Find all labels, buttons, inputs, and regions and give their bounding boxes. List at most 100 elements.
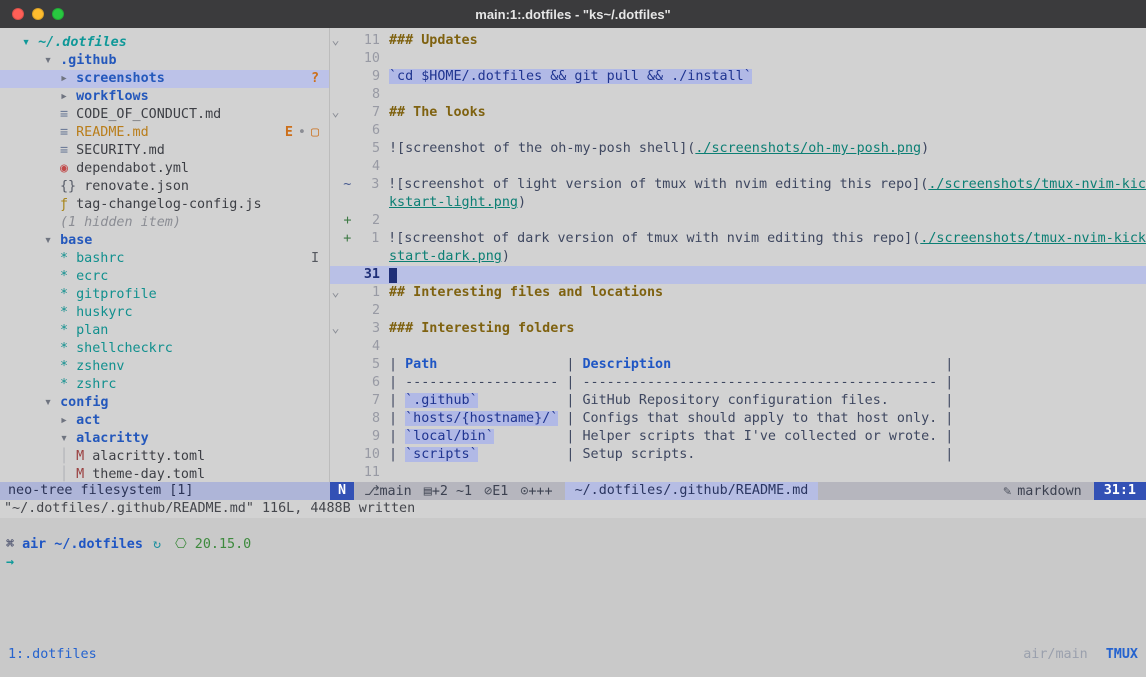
tree-item-bashrc[interactable]: * bashrcI: [0, 250, 329, 268]
tree-item-zshrc[interactable]: * zshrc: [0, 376, 329, 394]
markdown-text: | Helper scripts that I've collected or …: [494, 429, 954, 444]
tree-item-dotfiles[interactable]: ▾ ~/.dotfiles: [0, 34, 329, 52]
editor-line[interactable]: 11: [330, 464, 1146, 482]
tree-item-screenshots[interactable]: ▸ screenshots?: [0, 70, 329, 88]
tree-item-base[interactable]: ▾ base: [0, 232, 329, 250]
neotree-winbar: neo-tree filesystem [1]: [0, 482, 330, 500]
editor-line[interactable]: 31: [330, 266, 1146, 284]
tree-item-ecrc[interactable]: * ecrc: [0, 268, 329, 286]
fold-marker: [330, 68, 341, 86]
markdown-icon: ✎: [1003, 484, 1011, 499]
tree-item-1-hidden-item[interactable]: (1 hidden item): [0, 214, 329, 232]
tree-item-gitprofile[interactable]: * gitprofile: [0, 286, 329, 304]
tree-item-label: shellcheckrc: [76, 340, 173, 358]
chevron-down-icon[interactable]: ▾: [60, 430, 76, 448]
editor-line[interactable]: 10| `scripts` | Setup scripts. |: [330, 446, 1146, 464]
editor-line[interactable]: 10: [330, 50, 1146, 68]
tree-item-code-of-conduct-md[interactable]: ≡ CODE_OF_CONDUCT.md: [0, 106, 329, 124]
git-sign: [341, 320, 354, 338]
fold-marker[interactable]: ⌄: [330, 104, 341, 122]
editor-line[interactable]: 4: [330, 158, 1146, 176]
editor-pane[interactable]: ⌄ 11### Updates 10 9`cd $HOME/.dotfiles …: [330, 28, 1146, 482]
editor-line[interactable]: +2: [330, 212, 1146, 230]
tree-item-alacritty[interactable]: ▾ alacritty: [0, 430, 329, 448]
fold-marker[interactable]: ⌄: [330, 32, 341, 50]
chevron-down-icon[interactable]: ▾: [22, 34, 38, 52]
editor-line[interactable]: ⌄ 7## The looks: [330, 104, 1146, 122]
tmux-window-item[interactable]: 1:.dotfiles: [8, 646, 97, 664]
shell-pane[interactable]: ⌘ air ~/.dotfiles ↻ ⎔ 20.15.0 → 1:.dotfi…: [0, 518, 1146, 677]
chevron-right-icon[interactable]: ▸: [60, 70, 76, 88]
markdown-text: |: [671, 357, 953, 372]
chevron-right-icon[interactable]: ▸: [60, 88, 76, 106]
tree-item-security-md[interactable]: ≡ SECURITY.md: [0, 142, 329, 160]
file-icon: *: [60, 304, 76, 322]
editor-line[interactable]: 6| ------------------- | ---------------…: [330, 374, 1146, 392]
editor-line[interactable]: 9| `local/bin` | Helper scripts that I'v…: [330, 428, 1146, 446]
chevron-down-icon[interactable]: ▾: [44, 394, 60, 412]
maximize-button[interactable]: [52, 8, 64, 20]
markdown-heading: ### Interesting folders: [389, 321, 574, 336]
statusline-left: ⎇ main▤ +2 ~1⊘ E1⊙ +++: [364, 484, 553, 499]
editor-line[interactable]: start-dark.png): [330, 248, 1146, 266]
close-button[interactable]: [12, 8, 24, 20]
fold-marker[interactable]: ⌄: [330, 320, 341, 338]
tree-item-tag-changelog-config-js[interactable]: ƒ tag-changelog-config.js: [0, 196, 329, 214]
line-number: 8: [354, 86, 380, 104]
mode-indicator: N: [330, 482, 354, 500]
editor-line[interactable]: 8| `hosts/{hostname}/` | Configs that sh…: [330, 410, 1146, 428]
line-number: 31: [354, 266, 380, 284]
editor-line[interactable]: 8: [330, 86, 1146, 104]
terminal-window: main:1:.dotfiles - "ks~/.dotfiles" ▾ ~/.…: [0, 0, 1146, 677]
line-number: 11: [354, 464, 380, 482]
fold-marker: [330, 248, 341, 266]
tree-item-workflows[interactable]: ▸ workflows: [0, 88, 329, 106]
chevron-down-icon[interactable]: ▾: [44, 232, 60, 250]
editor-line[interactable]: ⌄ 3### Interesting folders: [330, 320, 1146, 338]
tree-item-github[interactable]: ▾ .github: [0, 52, 329, 70]
tree-item-label: workflows: [76, 88, 149, 106]
minimize-button[interactable]: [32, 8, 44, 20]
tree-item-alacritty-toml[interactable]: │ M alacritty.toml: [0, 448, 329, 466]
file-icon: {}: [60, 178, 84, 196]
tmux-statusbar: 1:.dotfiles air/main TMUX: [0, 646, 1146, 664]
tree-item-readme-md[interactable]: ≡ README.mdE•▢: [0, 124, 329, 142]
editor-line[interactable]: 5| Path | Description |: [330, 356, 1146, 374]
editor-line[interactable]: ⌄ 11### Updates: [330, 32, 1146, 50]
chevron-down-icon[interactable]: ▾: [44, 52, 60, 70]
git-sign: [341, 32, 354, 50]
tree-item-renovate-json[interactable]: {} renovate.json: [0, 178, 329, 196]
tree-item-label: CODE_OF_CONDUCT.md: [76, 106, 221, 124]
plugin-status-segment: ⊙ +++: [520, 484, 552, 499]
tree-item-label: tag-changelog-config.js: [76, 196, 261, 214]
tree-item-dependabot-yml[interactable]: ◉ dependabot.yml: [0, 160, 329, 178]
tree-item-act[interactable]: ▸ act: [0, 412, 329, 430]
editor-line[interactable]: ~3![screenshot of light version of tmux …: [330, 176, 1146, 194]
indent-guide: │: [60, 448, 76, 466]
git-branch-segment: ⎇ main: [364, 484, 412, 499]
fold-marker[interactable]: ⌄: [330, 284, 341, 302]
editor-line[interactable]: 7| `.github` | GitHub Repository configu…: [330, 392, 1146, 410]
tree-item-label: renovate.json: [84, 178, 189, 196]
editor-line[interactable]: 5![screenshot of the oh-my-posh shell](.…: [330, 140, 1146, 158]
diagnostics-segment: ⊘ E1: [484, 484, 508, 499]
status-badge: •: [298, 124, 306, 142]
chevron-right-icon[interactable]: ▸: [60, 412, 76, 430]
editor-line[interactable]: 9`cd $HOME/.dotfiles && git pull && ./in…: [330, 68, 1146, 86]
tree-item-label: act: [76, 412, 100, 430]
tree-item-theme-day-toml[interactable]: │ M theme-day.toml: [0, 466, 329, 482]
tree-item-label: (1 hidden item): [60, 214, 181, 232]
editor-line[interactable]: 6: [330, 122, 1146, 140]
tree-item-config[interactable]: ▾ config: [0, 394, 329, 412]
tree-item-shellcheckrc[interactable]: * shellcheckrc: [0, 340, 329, 358]
tree-item-huskyrc[interactable]: * huskyrc: [0, 304, 329, 322]
tree-item-zshenv[interactable]: * zshenv: [0, 358, 329, 376]
editor-line[interactable]: +1![screenshot of dark version of tmux w…: [330, 230, 1146, 248]
git-sign: [341, 140, 354, 158]
editor-line[interactable]: ⌄ 1## Interesting files and locations: [330, 284, 1146, 302]
editor-line[interactable]: 2: [330, 302, 1146, 320]
tree-item-plan[interactable]: * plan: [0, 322, 329, 340]
editor-line[interactable]: 4: [330, 338, 1146, 356]
editor-line[interactable]: kstart-light.png): [330, 194, 1146, 212]
markdown-text: | ------------------- | ----------------…: [389, 375, 953, 390]
